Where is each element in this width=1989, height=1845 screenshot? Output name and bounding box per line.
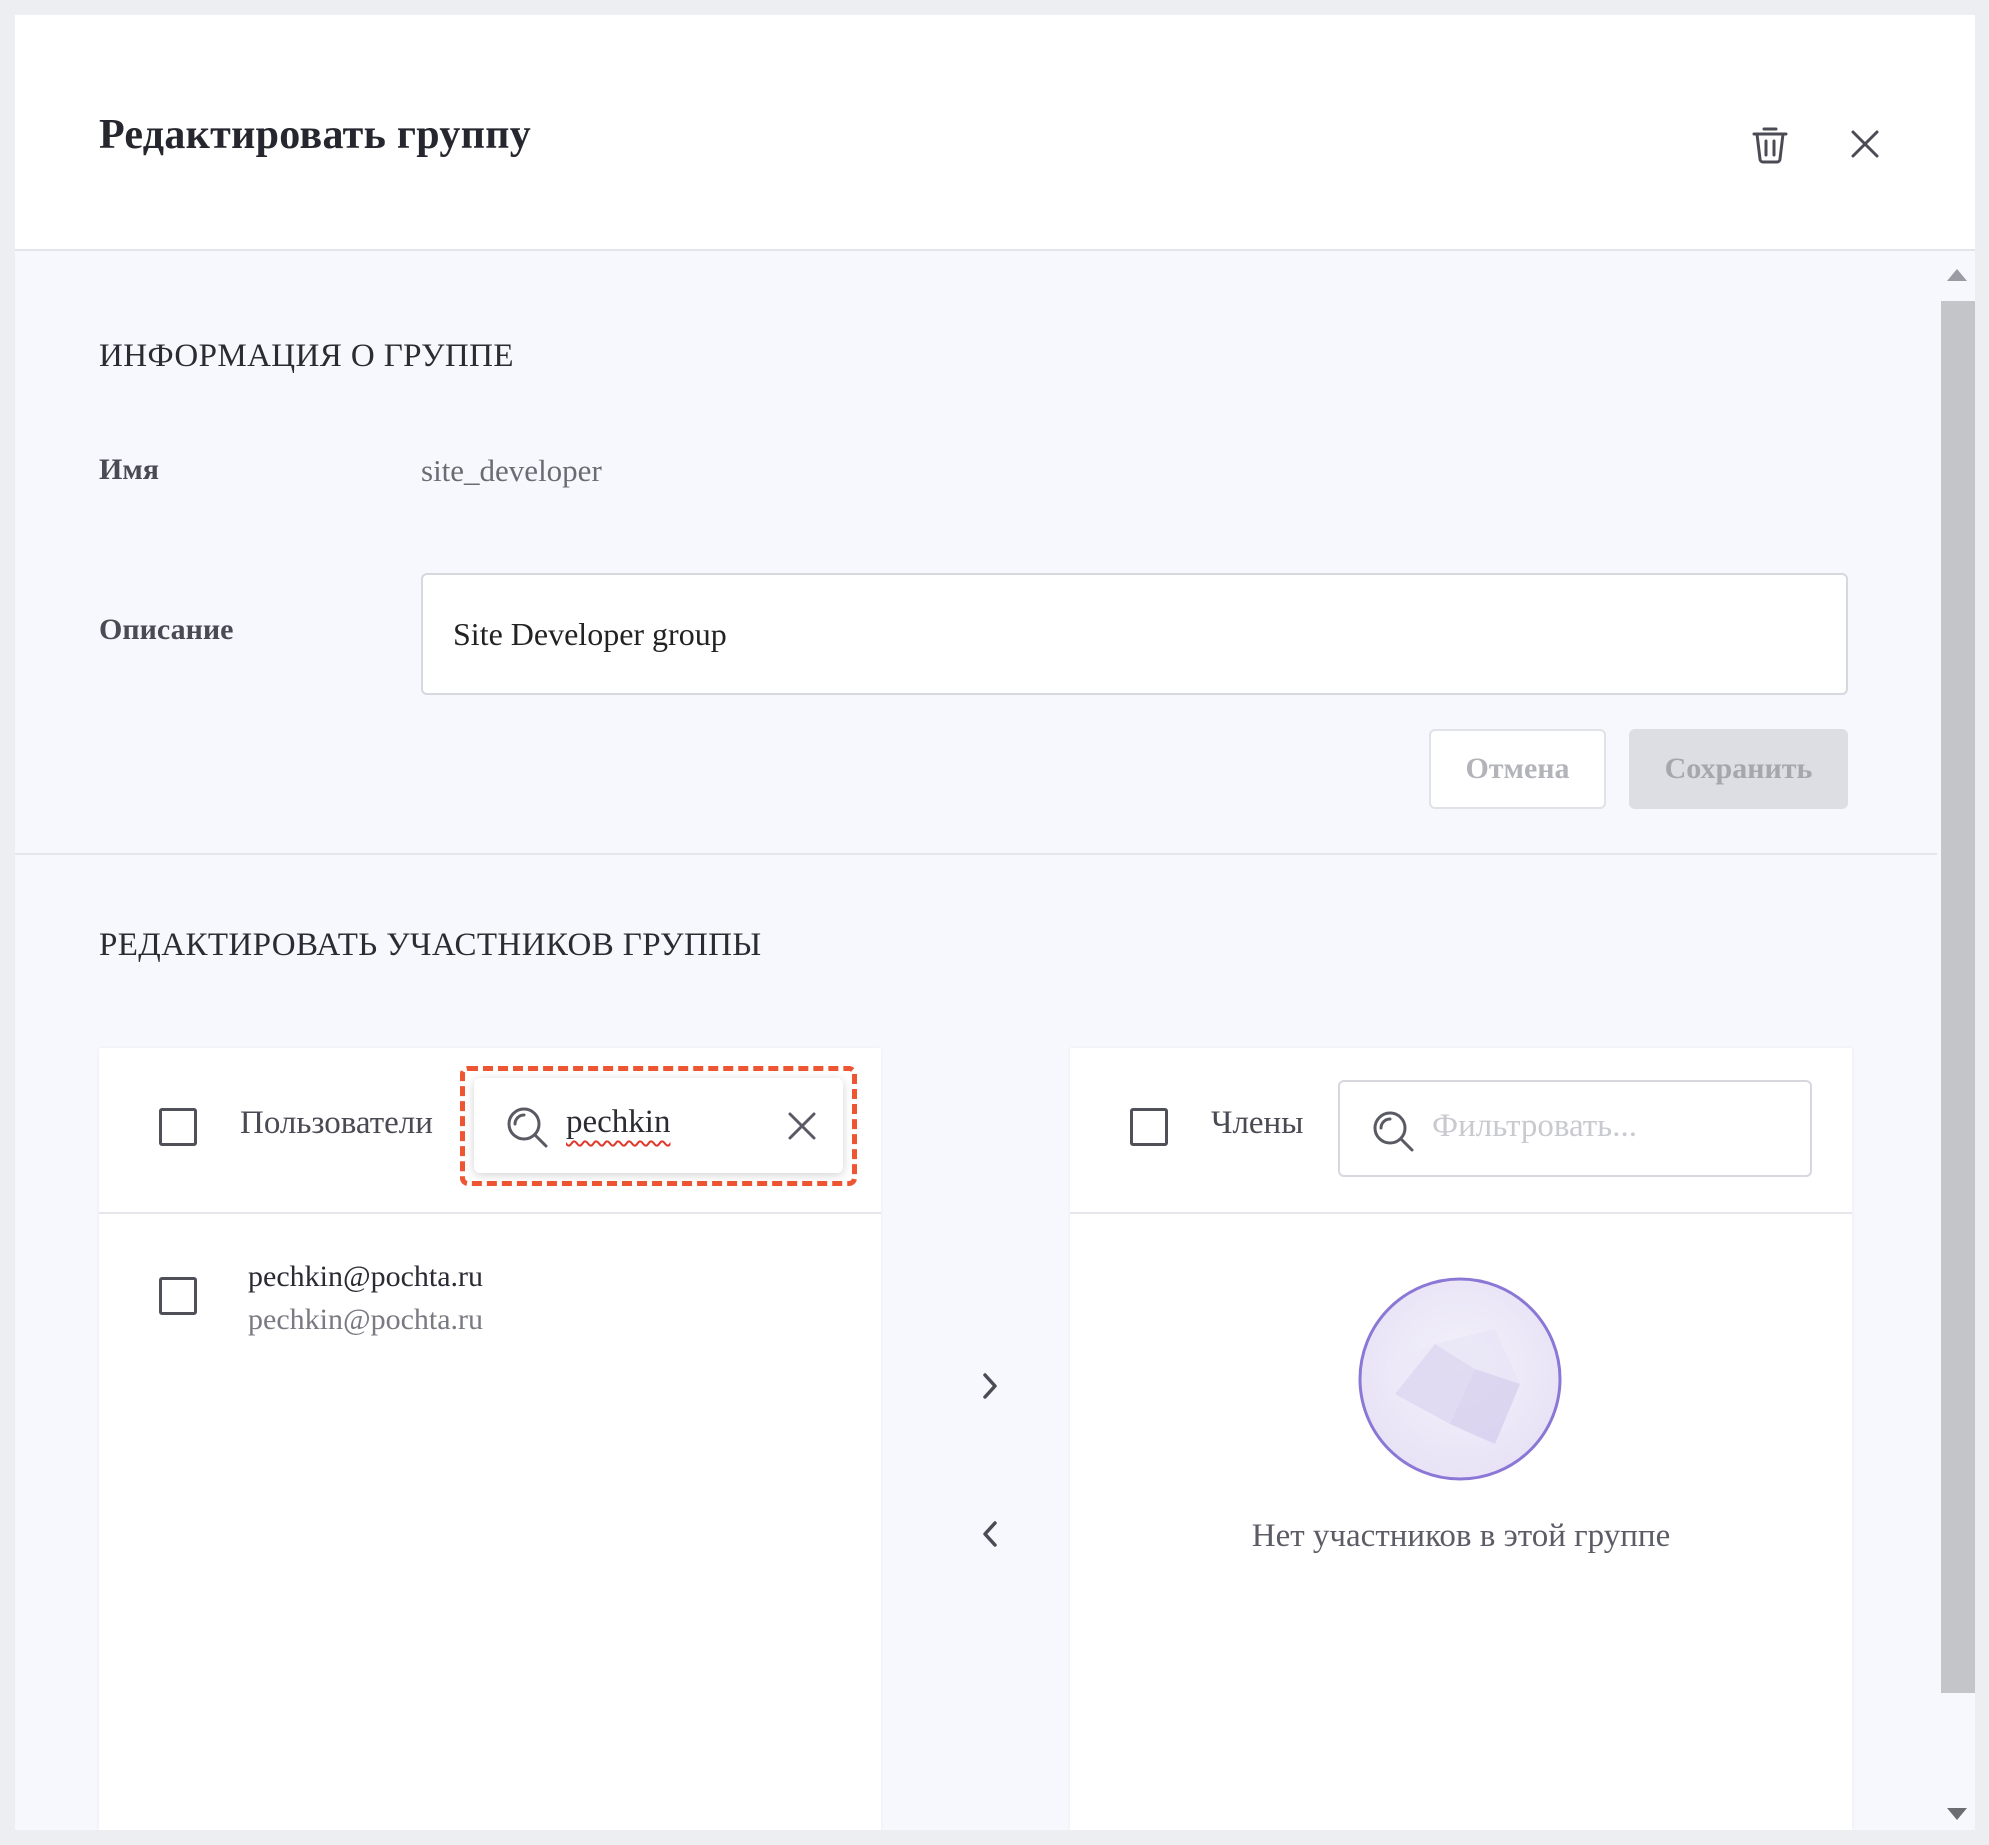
name-value: site_developer — [421, 453, 602, 488]
empty-group-illustration — [1358, 1277, 1562, 1481]
user-login: pechkin@pochta.ru — [248, 1303, 484, 1336]
search-icon — [1373, 1111, 1414, 1152]
user-checkbox[interactable] — [159, 1277, 197, 1315]
user-email: pechkin@pochta.ru — [248, 1260, 484, 1293]
clear-search-icon[interactable] — [784, 1108, 820, 1144]
members-panel-header: Члены Фильтровать... — [1070, 1048, 1852, 1214]
cancel-button[interactable]: Отмена — [1429, 729, 1606, 809]
list-item[interactable]: pechkin@pochta.ru pechkin@pochta.ru — [99, 1216, 879, 1366]
members-label: Члены — [1211, 1105, 1304, 1141]
group-info-heading: ИНФОРМАЦИЯ О ГРУППЕ — [99, 338, 514, 374]
close-icon — [1851, 130, 1879, 158]
vertical-scrollbar[interactable] — [1939, 253, 1975, 1830]
search-icon — [507, 1107, 548, 1148]
edit-members-heading: РЕДАКТИРОВАТЬ УЧАСТНИКОВ ГРУППЫ — [99, 927, 762, 963]
close-dialog-button[interactable] — [1833, 112, 1897, 176]
users-panel-header: Пользователи pechkin — [99, 1048, 881, 1214]
members-filter-placeholder[interactable]: Фильтровать... — [1432, 1108, 1637, 1145]
scroll-down-arrow-icon[interactable] — [1947, 1808, 1967, 1820]
members-filter-field[interactable]: Фильтровать... — [1338, 1080, 1812, 1177]
users-search-field[interactable]: pechkin — [474, 1078, 843, 1173]
description-input[interactable] — [421, 573, 1848, 695]
move-to-members-button[interactable] — [962, 1358, 1018, 1414]
users-search-value[interactable]: pechkin — [566, 1104, 670, 1141]
dialog-title: Редактировать группу — [99, 112, 531, 158]
users-label: Пользователи — [240, 1105, 433, 1141]
edit-group-dialog: Редактировать группу ИНФОРМАЦИЯ О ГРУППЕ… — [15, 15, 1975, 1830]
description-label: Описание — [99, 613, 234, 646]
dialog-header: Редактировать группу — [15, 15, 1975, 251]
users-panel: Пользователи pechkin pechkin@pochta.ru p… — [99, 1048, 881, 1830]
name-label: Имя — [99, 453, 159, 486]
chevron-right-icon — [983, 1373, 997, 1399]
save-button[interactable]: Сохранить — [1629, 729, 1848, 809]
section-divider — [15, 853, 1937, 855]
select-all-users-checkbox[interactable] — [159, 1108, 197, 1146]
scroll-up-arrow-icon[interactable] — [1947, 269, 1967, 281]
move-to-users-button[interactable] — [962, 1506, 1018, 1562]
members-panel: Члены Фильтровать... Нет участников в эт… — [1070, 1048, 1852, 1830]
empty-members-text: Нет участников в этой группе — [1251, 1518, 1671, 1554]
scrollbar-thumb[interactable] — [1941, 301, 1975, 1693]
trash-icon — [1752, 127, 1788, 164]
chevron-left-icon — [983, 1521, 997, 1547]
select-all-members-checkbox[interactable] — [1130, 1108, 1168, 1146]
dialog-content[interactable]: ИНФОРМАЦИЯ О ГРУППЕ Имя site_developer О… — [15, 253, 1937, 1830]
delete-group-button[interactable] — [1738, 112, 1802, 176]
